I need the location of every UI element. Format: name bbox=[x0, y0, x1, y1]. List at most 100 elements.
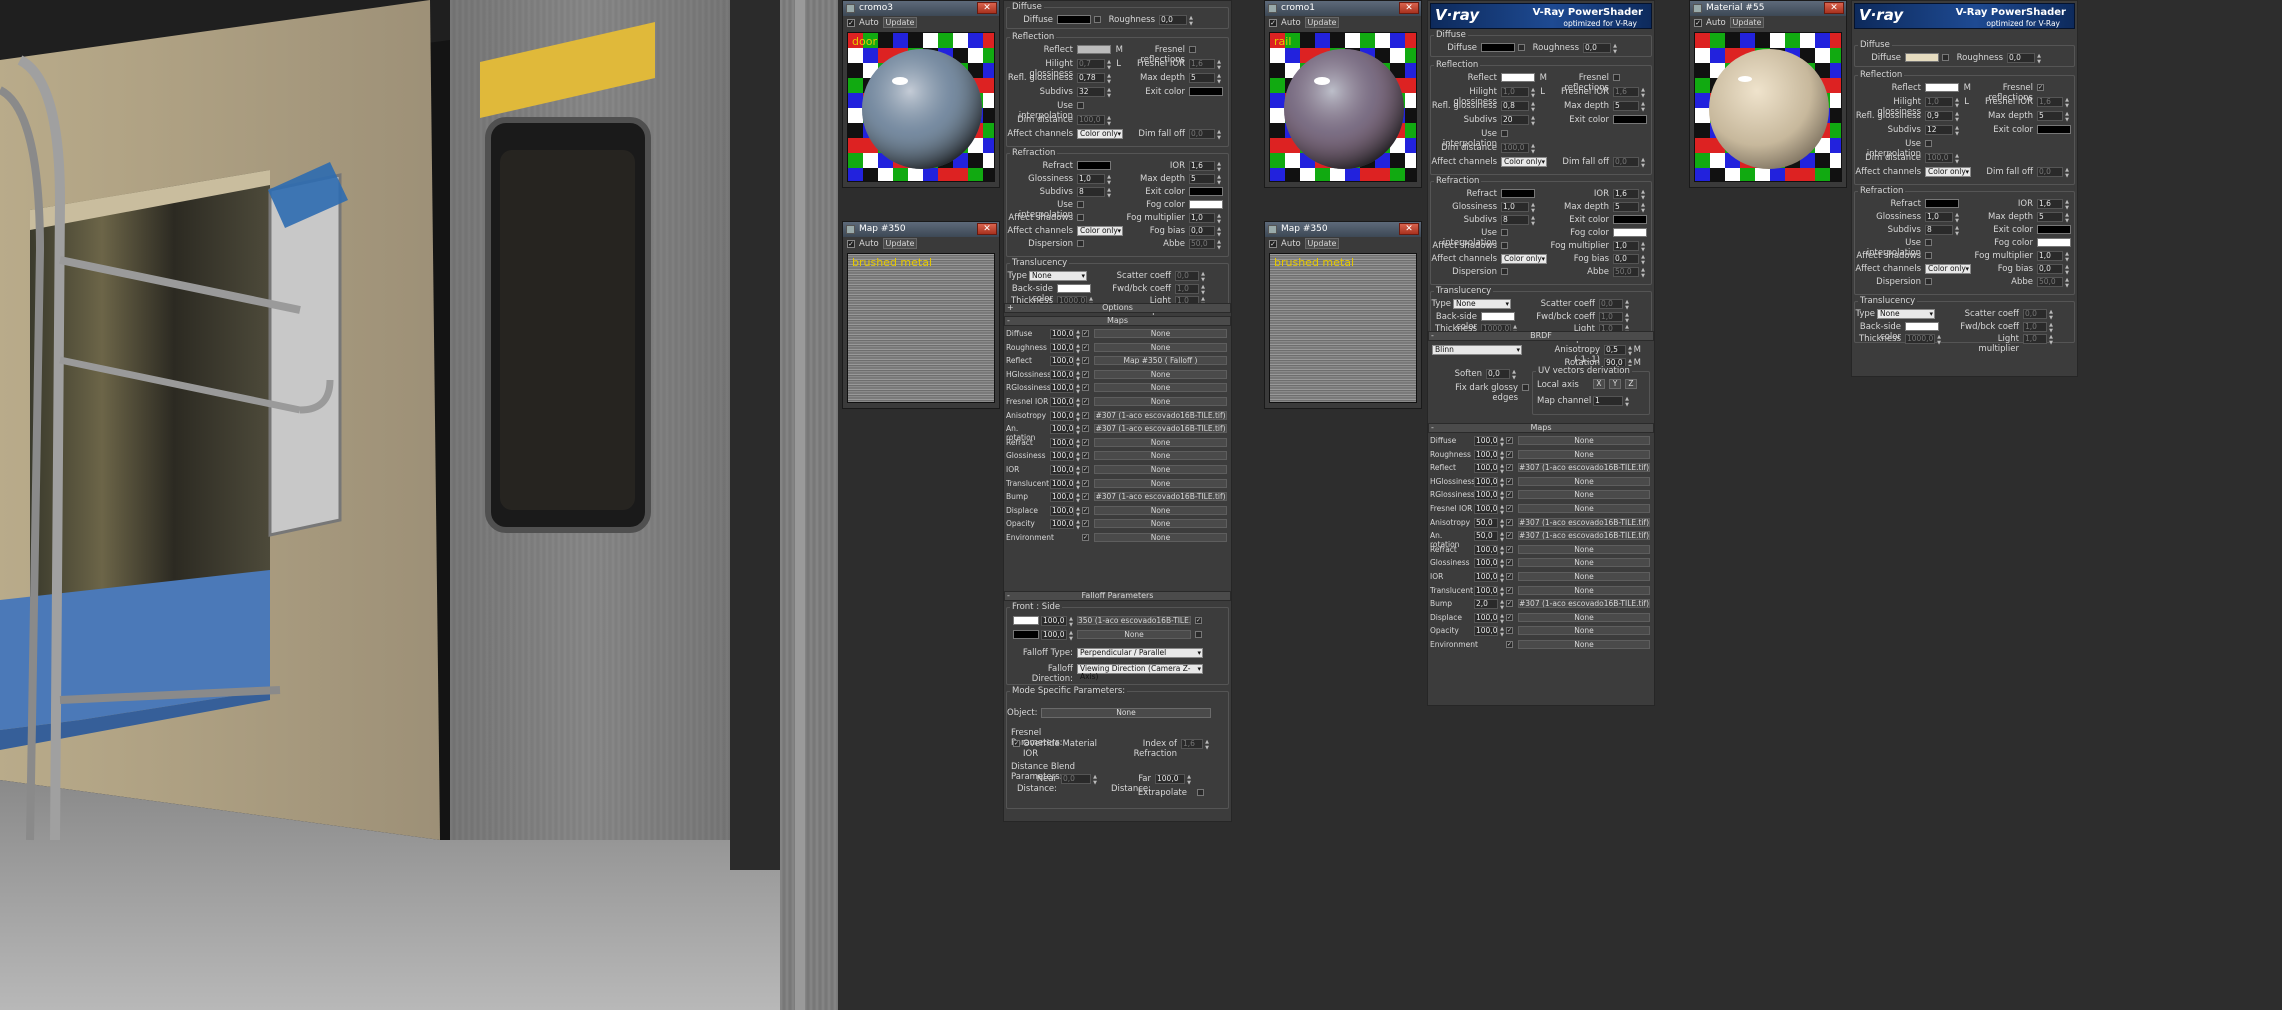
near-distance-spinner[interactable]: 0,0 bbox=[1061, 774, 1091, 784]
dim-distance-spinner-spinner-arrows[interactable]: ▲▼ bbox=[1954, 153, 1960, 165]
map-slot-amount-spinner-arrows[interactable]: ▲▼ bbox=[1075, 506, 1081, 518]
map-slot-button[interactable]: None bbox=[1094, 369, 1227, 379]
map-slot-button[interactable]: #307 (1-aco escovado16B-TILE.tif) bbox=[1518, 517, 1650, 527]
fwd-bck-spinner[interactable]: 1,0 bbox=[1599, 312, 1623, 322]
front-map-button[interactable]: 350 (1-aco escovado16B-TILE.tif) bbox=[1077, 616, 1191, 625]
dim-falloff-spinner[interactable]: 0,0 bbox=[1613, 157, 1639, 167]
map-slot-amount-spinner-arrows[interactable]: ▲▼ bbox=[1499, 531, 1505, 543]
map-slot-enable-checkbox[interactable]: ✓ bbox=[1506, 545, 1513, 553]
map-slot-button[interactable]: None bbox=[1094, 342, 1227, 352]
dim-distance-spinner-spinner-arrows[interactable]: ▲▼ bbox=[1106, 115, 1112, 127]
map-slot-enable-checkbox[interactable]: ✓ bbox=[1506, 532, 1513, 540]
use-interpolation-checkbox[interactable] bbox=[1925, 140, 1932, 147]
map-slot-amount[interactable]: 100,0 bbox=[1474, 463, 1498, 474]
fwd-bck-spinner[interactable]: 1,0 bbox=[1175, 284, 1199, 294]
dim-distance-spinner[interactable]: 100,0 bbox=[1925, 153, 1953, 163]
map-slot-enable-checkbox[interactable]: ✓ bbox=[1506, 641, 1513, 648]
refr-use-interpolation-checkbox[interactable] bbox=[1501, 229, 1508, 236]
subdivs-spinner-spinner-arrows[interactable]: ▲▼ bbox=[1530, 115, 1536, 127]
fog-multiplier-spinner[interactable]: 1,0 bbox=[1189, 213, 1215, 223]
refr-max-depth-spinner[interactable]: 5 bbox=[1613, 202, 1639, 212]
ior-spinner-spinner-arrows[interactable]: ▲▼ bbox=[1216, 161, 1222, 173]
glossiness-spinner-spinner-arrows[interactable]: ▲▼ bbox=[1106, 174, 1112, 186]
map-window-350-b[interactable]: Map #350 ✕ ✓ Auto Update brushed metal bbox=[1264, 221, 1422, 409]
map-slot-amount-spinner-arrows[interactable]: ▲▼ bbox=[1499, 463, 1505, 475]
roughness-spinner-spinner-arrows[interactable]: ▲▼ bbox=[2036, 53, 2042, 65]
map-slot-amount-spinner-arrows[interactable]: ▲▼ bbox=[1075, 492, 1081, 504]
close-button[interactable]: ✕ bbox=[977, 2, 997, 14]
auto-checkbox[interactable]: ✓ bbox=[847, 19, 855, 27]
map-slot-button[interactable]: None bbox=[1518, 572, 1650, 581]
fresnel-ior-spinner[interactable]: 1,6 bbox=[2037, 97, 2063, 107]
map-slot-amount-spinner-arrows[interactable]: ▲▼ bbox=[1499, 450, 1505, 462]
front-color-swatch[interactable] bbox=[1013, 616, 1039, 625]
map-slot-amount-spinner-arrows[interactable]: ▲▼ bbox=[1075, 329, 1081, 341]
brdf-type-select[interactable]: Blinn bbox=[1432, 345, 1522, 355]
fresnel-reflections-checkbox[interactable] bbox=[1613, 74, 1620, 81]
map-slot-enable-checkbox[interactable]: ✓ bbox=[1506, 600, 1513, 608]
map-slot-amount[interactable]: 100,0 bbox=[1050, 519, 1074, 530]
update-button[interactable]: Update bbox=[1305, 17, 1339, 28]
max-depth-spinner[interactable]: 5 bbox=[1613, 101, 1639, 111]
abbe-spinner-spinner-arrows[interactable]: ▲▼ bbox=[1640, 267, 1646, 279]
dim-distance-spinner[interactable]: 100,0 bbox=[1501, 143, 1529, 153]
translucency-type-select[interactable]: None bbox=[1029, 271, 1087, 281]
max-depth-spinner-spinner-arrows[interactable]: ▲▼ bbox=[1216, 73, 1222, 85]
affect-channels-select[interactable]: Color only bbox=[1077, 129, 1123, 139]
refl-glossiness-spinner[interactable]: 0,78 bbox=[1077, 73, 1105, 83]
map-slot-button[interactable]: None bbox=[1094, 533, 1227, 542]
glossiness-spinner-spinner-arrows[interactable]: ▲▼ bbox=[1954, 212, 1960, 224]
map-slot-enable-checkbox[interactable]: ✓ bbox=[1506, 518, 1513, 526]
anisotropy-spinner[interactable]: 0,5 bbox=[1604, 345, 1626, 355]
hilight-glossiness-spinner[interactable]: 0,7 bbox=[1077, 59, 1105, 69]
scatter-spinner-spinner-arrows[interactable]: ▲▼ bbox=[1624, 299, 1630, 311]
refract-color-swatch[interactable] bbox=[1077, 161, 1111, 170]
far-distance-spinner[interactable]: 100,0 bbox=[1155, 774, 1185, 784]
map-slot-amount-spinner-arrows[interactable]: ▲▼ bbox=[1499, 558, 1505, 570]
object-pick-button[interactable]: None bbox=[1041, 708, 1211, 718]
axis-y-button[interactable]: Y bbox=[1609, 379, 1621, 389]
map-slot-button[interactable]: None bbox=[1518, 436, 1650, 445]
refr-max-depth-spinner-spinner-arrows[interactable]: ▲▼ bbox=[1216, 174, 1222, 186]
map-slot-enable-checkbox[interactable]: ✓ bbox=[1082, 411, 1089, 419]
dispersion-checkbox[interactable] bbox=[1077, 240, 1084, 247]
refr-exit-color-swatch[interactable] bbox=[1613, 215, 1647, 224]
side-amount-spinner[interactable]: 100,0 bbox=[1041, 630, 1067, 640]
map-slot-button[interactable]: #307 (1-aco escovado16B-TILE.tif) bbox=[1094, 424, 1227, 434]
fog-color-swatch[interactable] bbox=[2037, 238, 2071, 247]
roughness-spinner-spinner-arrows[interactable]: ▲▼ bbox=[1188, 15, 1194, 27]
map-slot-amount-spinner-arrows[interactable]: ▲▼ bbox=[1499, 518, 1505, 530]
side-amount-spinner-spinner-arrows[interactable]: ▲▼ bbox=[1068, 630, 1074, 642]
back-side-color-swatch[interactable] bbox=[1905, 322, 1939, 331]
map-slot-enable-checkbox[interactable]: ✓ bbox=[1082, 343, 1089, 351]
map-slot-button[interactable]: None bbox=[1094, 465, 1227, 474]
refr-subdivs-spinner-spinner-arrows[interactable]: ▲▼ bbox=[1530, 215, 1536, 227]
map-slot-enable-checkbox[interactable]: ✓ bbox=[1506, 491, 1513, 499]
map-slot-amount[interactable]: 100,0 bbox=[1050, 465, 1074, 475]
hilight-lock[interactable]: L bbox=[1961, 97, 1969, 107]
ior-spinner-spinner-arrows[interactable]: ▲▼ bbox=[2064, 199, 2070, 211]
side-map-checkbox[interactable] bbox=[1195, 631, 1202, 638]
fog-color-swatch[interactable] bbox=[1189, 200, 1223, 209]
refract-color-swatch[interactable] bbox=[1925, 199, 1959, 208]
max-depth-spinner[interactable]: 5 bbox=[1189, 73, 1215, 83]
window-title-bar[interactable]: Map #350 ✕ bbox=[1265, 222, 1421, 237]
index-refraction-spinner[interactable]: 1,6 bbox=[1181, 739, 1203, 749]
map-slot-amount-spinner-arrows[interactable]: ▲▼ bbox=[1499, 504, 1505, 516]
dim-falloff-spinner-spinner-arrows[interactable]: ▲▼ bbox=[1216, 129, 1222, 141]
fog-multiplier-spinner-spinner-arrows[interactable]: ▲▼ bbox=[1640, 241, 1646, 253]
roughness-spinner[interactable]: 0,0 bbox=[2007, 53, 2035, 63]
fog-bias-spinner-spinner-arrows[interactable]: ▲▼ bbox=[1216, 226, 1222, 238]
dim-falloff-spinner-spinner-arrows[interactable]: ▲▼ bbox=[2064, 167, 2070, 179]
material-window-cromo3[interactable]: cromo3 ✕ ✓ Auto Update door bbox=[842, 0, 1000, 188]
roughness-spinner-spinner-arrows[interactable]: ▲▼ bbox=[1612, 43, 1618, 55]
fog-bias-spinner-spinner-arrows[interactable]: ▲▼ bbox=[2064, 264, 2070, 276]
map-slot-amount-spinner-arrows[interactable]: ▲▼ bbox=[1075, 343, 1081, 355]
update-button[interactable]: Update bbox=[1730, 17, 1764, 28]
cromo3-maps-rollout[interactable]: - Maps bbox=[1004, 316, 1231, 326]
map-slot-enable-checkbox[interactable]: ✓ bbox=[1506, 505, 1513, 512]
map-slot-amount[interactable]: 50,0 bbox=[1474, 531, 1498, 542]
update-button[interactable]: Update bbox=[883, 17, 917, 28]
refract-color-swatch[interactable] bbox=[1501, 189, 1535, 198]
fresnel-reflections-checkbox[interactable]: ✓ bbox=[2037, 84, 2044, 91]
